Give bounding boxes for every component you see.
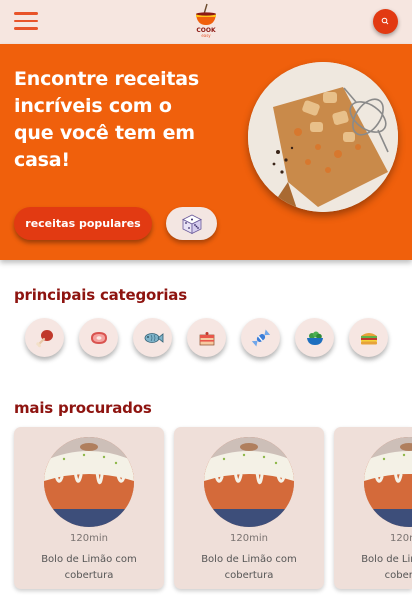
categories-title: principais categorias <box>14 286 187 304</box>
sandwich-icon <box>360 332 377 344</box>
recipe-card[interactable]: 120min Bolo de Limão com cobertura <box>14 427 164 589</box>
category-fish[interactable] <box>133 318 172 357</box>
category-snacks[interactable] <box>349 318 388 357</box>
pot-icon <box>196 3 216 25</box>
recipe-name: Bolo de Limão com cobertura <box>201 554 297 581</box>
category-meat[interactable] <box>79 318 118 357</box>
category-cake[interactable] <box>187 318 226 357</box>
recipe-time: 120min <box>390 533 412 544</box>
hamburger-menu-icon[interactable] <box>14 12 38 30</box>
recipe-image <box>364 437 412 527</box>
logo-subtext: easy <box>201 33 211 38</box>
recipe-card[interactable]: 120min Bolo de Limão com cobertura <box>334 427 412 589</box>
app-logo: COOK easy <box>193 3 219 41</box>
hero-food-image <box>248 62 398 212</box>
search-button[interactable] <box>373 9 398 34</box>
steak-icon <box>90 331 107 344</box>
popular-recipes-button[interactable]: receitas populares <box>14 207 152 240</box>
dice-icon <box>181 214 202 234</box>
hero-title: Encontre receitas incríveis com o que vo… <box>14 68 200 171</box>
recipe-image <box>44 437 134 527</box>
recipe-name: Bolo de Limão com cobertura <box>361 554 412 581</box>
recipe-time: 120min <box>230 533 268 544</box>
category-chicken[interactable] <box>25 318 64 357</box>
candy-icon <box>251 329 270 346</box>
top-bar: COOK easy <box>0 0 412 44</box>
search-icon <box>381 17 389 25</box>
recipe-card[interactable]: 120min Bolo de Limão com cobertura <box>174 427 324 589</box>
most-searched-title: mais procurados <box>14 399 152 417</box>
recipe-name: Bolo de Limão com cobertura <box>41 554 137 581</box>
hero-banner: Encontre receitas incríveis com o que vo… <box>0 44 412 260</box>
chicken-leg-icon <box>35 329 53 347</box>
category-salads[interactable] <box>295 318 334 357</box>
recipe-image <box>204 437 294 527</box>
fish-icon <box>144 332 163 343</box>
cake-icon <box>199 331 214 345</box>
recipe-time: 120min <box>70 533 108 544</box>
category-sweets[interactable] <box>241 318 280 357</box>
random-recipe-button[interactable] <box>166 207 217 240</box>
salad-bowl-icon <box>306 331 323 345</box>
